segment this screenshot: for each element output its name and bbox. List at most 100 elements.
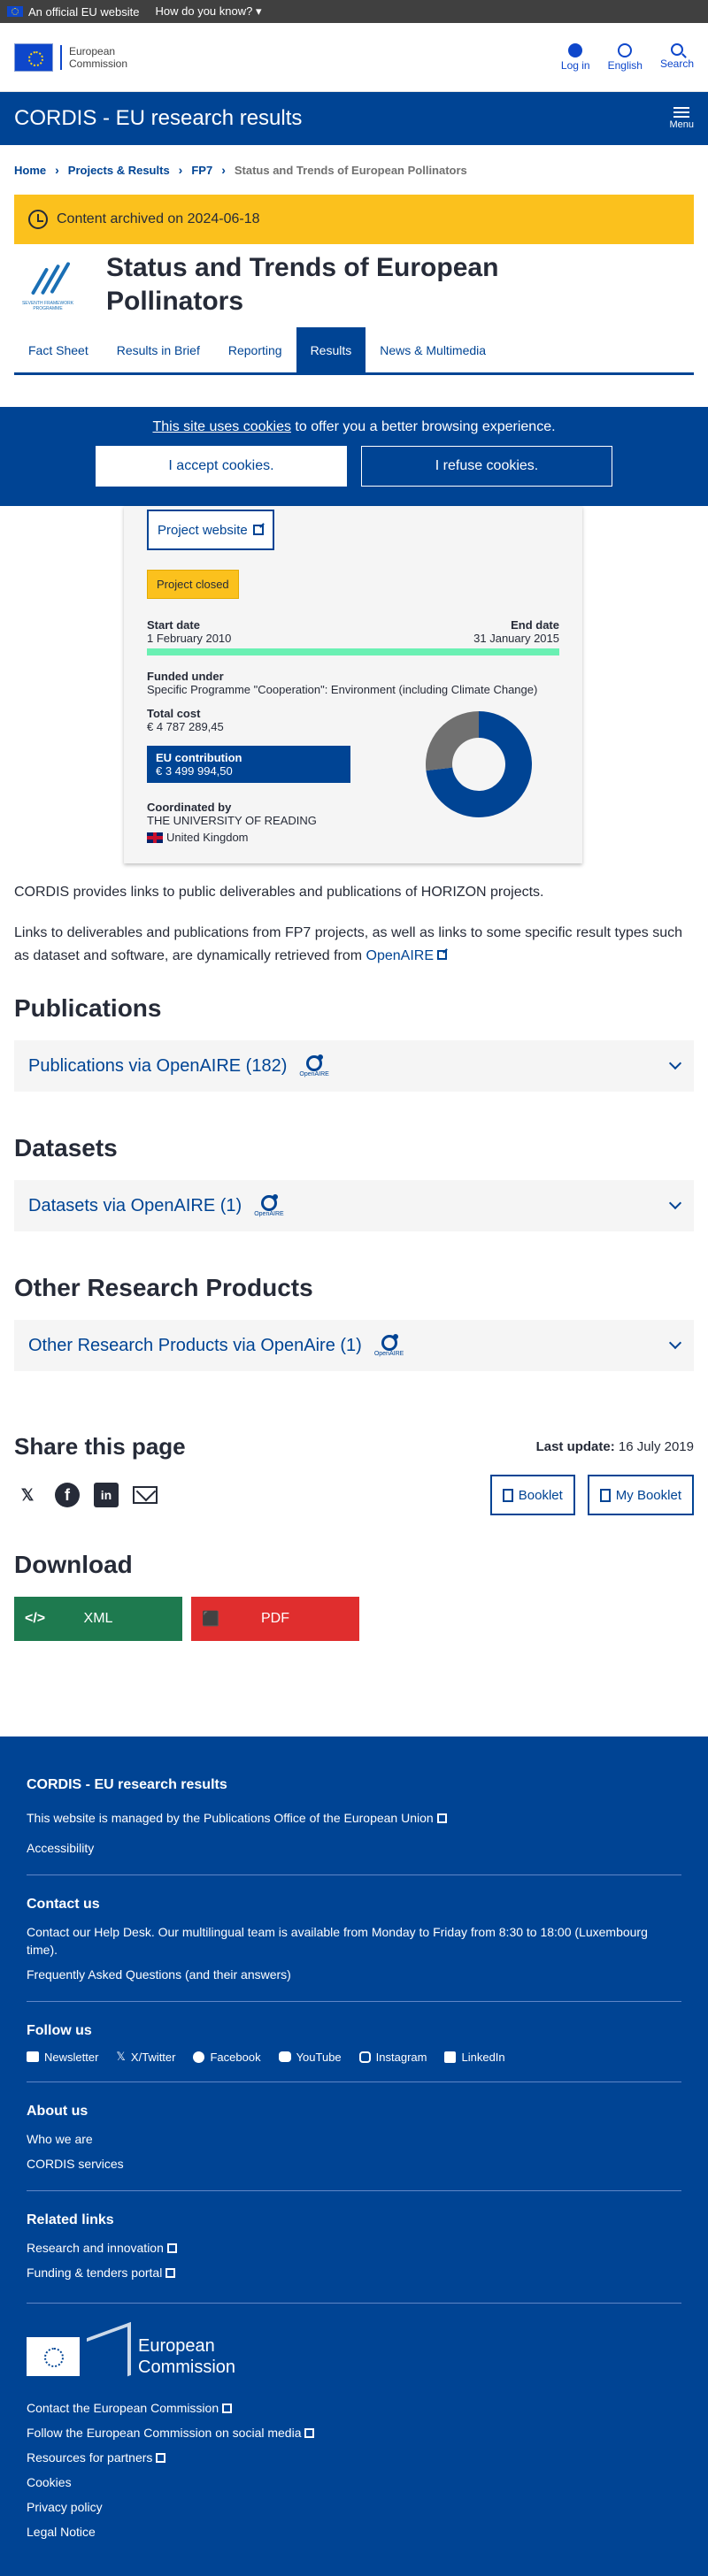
- datasets-section: Datasets Datasets via OpenAIRE (1) OpenA…: [0, 1134, 708, 1231]
- linkedin-link[interactable]: LinkedIn: [444, 2051, 505, 2064]
- code-icon: </>: [25, 1611, 46, 1626]
- other-products-accordion[interactable]: Other Research Products via OpenAire (1)…: [14, 1320, 694, 1371]
- publications-accordion[interactable]: Publications via OpenAIRE (182) OpenAIRE: [14, 1040, 694, 1092]
- research-innovation-link[interactable]: Research and innovation: [27, 2241, 164, 2255]
- breadcrumb-fp7[interactable]: FP7: [191, 164, 212, 177]
- external-link-icon: [222, 2404, 233, 2413]
- contact-ec-link[interactable]: Contact the European Commission: [27, 2401, 219, 2415]
- newsletter-link[interactable]: Newsletter: [27, 2051, 98, 2064]
- accessibility-link[interactable]: Accessibility: [27, 1841, 94, 1855]
- project-progress-bar: [147, 648, 559, 656]
- youtube-link[interactable]: YouTube: [278, 2051, 342, 2064]
- how-do-you-know-link[interactable]: How do you know? ▾: [156, 4, 262, 19]
- archive-text: Content archived on 2024-06-18: [57, 211, 260, 226]
- footer-ec-logo[interactable]: European Commission: [27, 2321, 681, 2392]
- helpdesk-line: Contact our Help Desk. Our multilingual …: [27, 1925, 648, 1957]
- refuse-cookies-button[interactable]: I refuse cookies.: [361, 446, 612, 487]
- tab-reporting[interactable]: Reporting: [214, 327, 296, 372]
- openaire-link[interactable]: OpenAIRE: [366, 948, 448, 963]
- follow-links: Newsletter 𝕏 X/Twitter Facebook YouTube I…: [27, 2050, 681, 2064]
- history-icon: [28, 210, 48, 229]
- linkedin-icon[interactable]: in: [94, 1483, 119, 1507]
- breadcrumb: Home › Projects & Results › FP7 › Status…: [0, 145, 708, 195]
- helpdesk-link[interactable]: Contact our Help Desk: [27, 1925, 151, 1939]
- privacy-policy-link[interactable]: Privacy policy: [27, 2500, 103, 2514]
- external-link-icon: [166, 2243, 177, 2253]
- berlaymont-icon: [87, 2321, 131, 2392]
- intro-paragraph-1: CORDIS provides links to public delivera…: [14, 885, 544, 900]
- language-button[interactable]: English: [608, 42, 643, 72]
- who-we-are-link[interactable]: Who we are: [27, 2132, 93, 2146]
- facebook-icon[interactable]: f: [55, 1483, 80, 1507]
- funding-tenders-link[interactable]: Funding & tenders portal: [27, 2266, 162, 2280]
- youtube-icon: [278, 2051, 291, 2062]
- tab-results[interactable]: Results: [296, 327, 366, 372]
- intro-paragraph-2: Links to deliverables and publications f…: [14, 925, 683, 963]
- footer-managed-by: This website is managed by the Publicati…: [27, 1809, 681, 1827]
- tab-news-multimedia[interactable]: News & Multimedia: [366, 327, 500, 372]
- publications-office-link[interactable]: Publications Office of the European Unio…: [204, 1811, 434, 1825]
- end-date: 31 January 2015: [473, 632, 559, 645]
- funded-under-label: Funded under: [147, 670, 224, 683]
- ec-logo-line2: Commission: [69, 57, 128, 70]
- eu-flag-icon: [7, 6, 23, 17]
- cordis-services-link[interactable]: CORDIS services: [27, 2157, 124, 2171]
- resources-partners-link[interactable]: Resources for partners: [27, 2450, 152, 2465]
- x-twitter-link[interactable]: 𝕏 X/Twitter: [116, 2050, 175, 2064]
- project-website-button[interactable]: Project website: [147, 510, 274, 550]
- datasets-accordion[interactable]: Datasets via OpenAIRE (1) OpenAIRE: [14, 1180, 694, 1231]
- cookie-policy-link[interactable]: This site uses cookies: [152, 419, 291, 434]
- legal-notice-link[interactable]: Legal Notice: [27, 2525, 96, 2539]
- other-products-section: Other Research Products Other Research P…: [0, 1274, 708, 1371]
- uk-flag-icon: [147, 832, 163, 843]
- search-button[interactable]: Search: [660, 42, 694, 72]
- contact-heading: Contact us: [27, 1897, 100, 1912]
- project-tabs: Fact Sheet Results in Brief Reporting Re…: [14, 327, 694, 375]
- chevron-down-icon: [668, 1336, 682, 1350]
- download-section: Download </> XML ⬛ PDF: [0, 1551, 708, 1641]
- social-share: 𝕏 f in: [14, 1482, 158, 1508]
- ec-logo[interactable]: European Commission: [14, 42, 128, 72]
- email-icon[interactable]: [133, 1486, 158, 1504]
- header-tools: Log in English Search: [561, 42, 694, 72]
- about-heading: About us: [27, 2104, 88, 2119]
- search-icon: [670, 42, 683, 56]
- faq-link[interactable]: Frequently Asked Questions: [27, 1967, 181, 1982]
- bookmark-icon: [502, 1488, 513, 1502]
- site-header: European Commission Log in English Searc…: [0, 23, 708, 92]
- eu-contribution-label: EU contribution: [156, 751, 242, 764]
- follow-ec-social-link[interactable]: Follow the European Commission on social…: [27, 2426, 301, 2440]
- booklet-button[interactable]: Booklet: [489, 1475, 575, 1515]
- tab-results-in-brief[interactable]: Results in Brief: [103, 327, 214, 372]
- pdf-icon: ⬛: [202, 1612, 219, 1627]
- project-header: SEVENTH FRAMEWORK PROGRAMME Status and T…: [0, 244, 708, 318]
- download-xml-button[interactable]: </> XML: [14, 1597, 182, 1641]
- cookie-banner: This site uses cookies to offer you a be…: [0, 407, 708, 506]
- breadcrumb-projects[interactable]: Projects & Results: [68, 164, 170, 177]
- publications-accordion-label: Publications via OpenAIRE (182): [28, 1055, 288, 1076]
- site-title[interactable]: CORDIS - EU research results: [14, 106, 302, 131]
- related-heading: Related links: [27, 2212, 114, 2227]
- facebook-link[interactable]: Facebook: [193, 2051, 261, 2064]
- my-booklet-button[interactable]: My Booklet: [587, 1475, 694, 1515]
- cookie-text: to offer you a better browsing experienc…: [290, 419, 556, 434]
- project-dates: Start date 1 February 2010 End date 31 J…: [147, 618, 559, 645]
- hamburger-icon: [673, 107, 690, 118]
- footer-title[interactable]: CORDIS - EU research results: [27, 1777, 681, 1793]
- user-icon: [568, 42, 583, 58]
- tab-fact-sheet[interactable]: Fact Sheet: [14, 327, 103, 372]
- cookies-link[interactable]: Cookies: [27, 2475, 72, 2489]
- menu-button[interactable]: Menu: [669, 107, 694, 130]
- login-button[interactable]: Log in: [561, 42, 590, 72]
- download-heading: Download: [14, 1551, 133, 1578]
- x-twitter-icon[interactable]: 𝕏: [14, 1482, 41, 1508]
- publications-heading: Publications: [14, 994, 162, 1022]
- donut-slice-other: [426, 711, 479, 771]
- breadcrumb-home[interactable]: Home: [14, 164, 46, 177]
- accept-cookies-button[interactable]: I accept cookies.: [96, 446, 347, 487]
- share-heading: Share this page: [14, 1433, 186, 1460]
- instagram-link[interactable]: Instagram: [358, 2051, 427, 2064]
- download-pdf-button[interactable]: ⬛ PDF: [191, 1597, 359, 1641]
- ec-flag-icon: [14, 42, 53, 72]
- other-products-heading: Other Research Products: [14, 1274, 313, 1301]
